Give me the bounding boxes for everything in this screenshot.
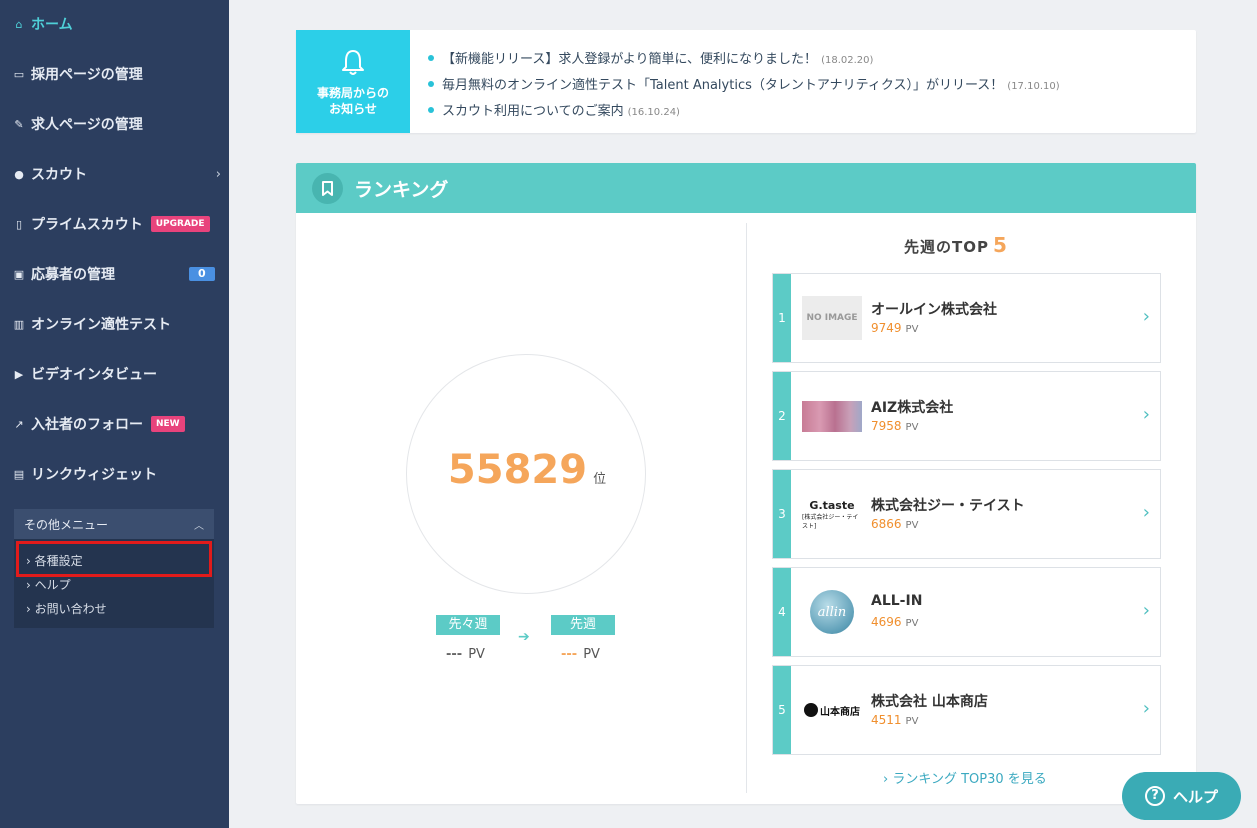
- sidebar-item-applicants[interactable]: ▣ 応募者の管理 0: [0, 254, 229, 294]
- edit-icon: ✎: [14, 117, 24, 131]
- sidebar-item-label: オンライン適性テスト: [31, 317, 171, 333]
- company-logo: 山本商店: [802, 688, 862, 732]
- company-name: AIZ株式会社: [871, 400, 954, 416]
- upgrade-badge: UPGRADE: [150, 216, 210, 232]
- ranking-card[interactable]: 4 allin ALL-IN 4696 PV ›: [772, 567, 1161, 657]
- sidebar-item-label: 求人ページの管理: [31, 117, 143, 133]
- rank-number: 4: [773, 568, 791, 656]
- rank-number: 1: [773, 274, 791, 362]
- sidebar-item-onboarding-follow[interactable]: ↗ 入社者のフォロー NEW: [0, 404, 229, 444]
- sidebar-item-label: 応募者の管理: [31, 267, 115, 283]
- chevron-right-icon: ›: [1142, 404, 1150, 425]
- other-menu-title: その他メニュー: [24, 517, 109, 532]
- ranking-card[interactable]: 2 AIZ株式会社 7958 PV ›: [772, 371, 1161, 461]
- notice-item[interactable]: スカウト利用についてのご案内 (16.10.24): [428, 100, 680, 119]
- video-icon: ▶: [14, 367, 24, 381]
- ranking-top30-link[interactable]: › ランキング TOP30 を見る: [883, 768, 1047, 787]
- company-pv: 9749 PV: [871, 321, 919, 335]
- ranking-card[interactable]: 3 G.taste [株式会社ジー・テイスト] 株式会社ジー・テイスト 6866…: [772, 469, 1161, 559]
- highlight-annotation-box: [16, 541, 212, 577]
- arrow-right-icon: ➔: [518, 629, 530, 645]
- sidebar-item-scout[interactable]: ● スカウト ›: [0, 154, 229, 194]
- top5-title: 先週のTOP 5: [904, 233, 1008, 257]
- rank-number: 2: [773, 372, 791, 460]
- sidebar-item-job-pages[interactable]: ✎ 求人ページの管理: [0, 104, 229, 144]
- bookmark-icon: ▯: [15, 217, 23, 231]
- chevron-right-icon: ›: [1142, 600, 1150, 621]
- help-button[interactable]: ? ヘルプ: [1122, 772, 1241, 820]
- chevron-right-icon: ›: [1142, 502, 1150, 523]
- prev-prev-week-label: 先々週: [436, 615, 500, 635]
- bell-icon: [342, 50, 364, 75]
- line-chart-icon: ↗: [14, 417, 24, 431]
- no-image-placeholder: NO IMAGE: [802, 296, 862, 340]
- my-rank-circle: 55829 位: [406, 354, 646, 594]
- company-name: オールイン株式会社: [871, 302, 997, 318]
- notice-title: 事務局からの お知らせ: [316, 86, 389, 116]
- bar-chart-icon: ▥: [13, 317, 25, 331]
- submenu-link-help[interactable]: › ヘルプ: [26, 576, 71, 593]
- company-logo: allin: [810, 590, 854, 634]
- prev-week-label: 先週: [551, 615, 615, 635]
- laptop-icon: ▭: [13, 67, 25, 81]
- company-pv: 4511 PV: [871, 713, 919, 727]
- count-badge: 0: [189, 267, 215, 281]
- sidebar-item-label: 採用ページの管理: [31, 67, 143, 83]
- notice-header: 事務局からの お知らせ: [296, 30, 410, 133]
- sidebar: ⌂ ホーム ▭ 採用ページの管理 ✎ 求人ページの管理 ● スカウト › ▯ プ…: [0, 0, 229, 828]
- question-icon: ?: [1144, 786, 1165, 806]
- help-button-label: ヘルプ: [1172, 787, 1218, 806]
- my-rank-unit: 位: [593, 472, 607, 487]
- sidebar-item-link-widget[interactable]: ▤ リンクウィジェット: [0, 454, 229, 494]
- chevron-right-icon: ›: [215, 166, 221, 182]
- user-icon: ●: [14, 167, 24, 181]
- company-pv: 7958 PV: [871, 419, 919, 433]
- company-pv: 6866 PV: [871, 517, 919, 531]
- sidebar-item-label: スカウト: [31, 167, 87, 183]
- notice-item[interactable]: 【新機能リリース】求人登録がより簡単に、便利になりました！ (18.02.20): [428, 48, 873, 67]
- ranking-title: ランキング: [354, 179, 449, 201]
- notice-panel: 事務局からの お知らせ 【新機能リリース】求人登録がより簡単に、便利になりました…: [296, 30, 1196, 133]
- ranking-card[interactable]: 1 NO IMAGE オールイン株式会社 9749 PV ›: [772, 273, 1161, 363]
- company-logo: [802, 401, 862, 432]
- sidebar-item-label: リンクウィジェット: [31, 467, 157, 483]
- sidebar-item-video-interview[interactable]: ▶ ビデオインタビュー: [0, 354, 229, 394]
- chevron-up-icon: ︿: [194, 520, 204, 532]
- sidebar-item-online-test[interactable]: ▥ オンライン適性テスト: [0, 304, 229, 344]
- rank-number: 5: [773, 666, 791, 754]
- sidebar-item-label: プライムスカウト: [31, 217, 143, 233]
- bookmark-icon: [312, 173, 343, 204]
- notice-item[interactable]: 毎月無料のオンライン適性テスト「Talent Analytics（タレントアナリ…: [428, 74, 1060, 93]
- ranking-panel: ランキング 55829 位 先々週 ➔ 先週 --- PV --- PV 先週のTOP…: [296, 163, 1196, 804]
- my-rank: 55829 位: [407, 447, 647, 493]
- prev-week-pv: --- PV: [561, 647, 600, 662]
- sidebar-item-label: 入社者のフォロー: [31, 417, 143, 433]
- sidebar-item-label: ビデオインタビュー: [31, 367, 157, 383]
- rank-number: 3: [773, 470, 791, 558]
- sidebar-item-recruit-pages[interactable]: ▭ 採用ページの管理: [0, 54, 229, 94]
- my-rank-value: 55829: [447, 447, 588, 493]
- chevron-right-icon: ›: [1142, 306, 1150, 327]
- other-menu-header[interactable]: その他メニュー ︿: [14, 509, 214, 539]
- divider: [746, 223, 747, 793]
- prev-prev-week-pv: --- PV: [446, 647, 485, 662]
- submenu-link-contact[interactable]: › お問い合わせ: [26, 600, 107, 617]
- chevron-right-icon: ›: [1142, 698, 1150, 719]
- ranking-header: ランキング: [296, 163, 1196, 213]
- company-name: 株式会社ジー・テイスト: [871, 498, 1025, 514]
- new-badge: NEW: [151, 416, 185, 432]
- ranking-card[interactable]: 5 山本商店 株式会社 山本商店 4511 PV ›: [772, 665, 1161, 755]
- company-logo: G.taste [株式会社ジー・テイスト]: [802, 498, 859, 530]
- sidebar-item-prime-scout[interactable]: ▯ プライムスカウト UPGRADE: [0, 204, 229, 244]
- sidebar-item-label: ホーム: [31, 17, 73, 33]
- sidebar-item-home[interactable]: ⌂ ホーム: [0, 4, 229, 44]
- file-code-icon: ▤: [13, 467, 25, 481]
- company-name: ALL-IN: [871, 593, 923, 609]
- company-name: 株式会社 山本商店: [871, 694, 988, 710]
- download-icon: ▣: [13, 267, 25, 281]
- home-icon: ⌂: [15, 17, 23, 31]
- company-pv: 4696 PV: [871, 615, 919, 629]
